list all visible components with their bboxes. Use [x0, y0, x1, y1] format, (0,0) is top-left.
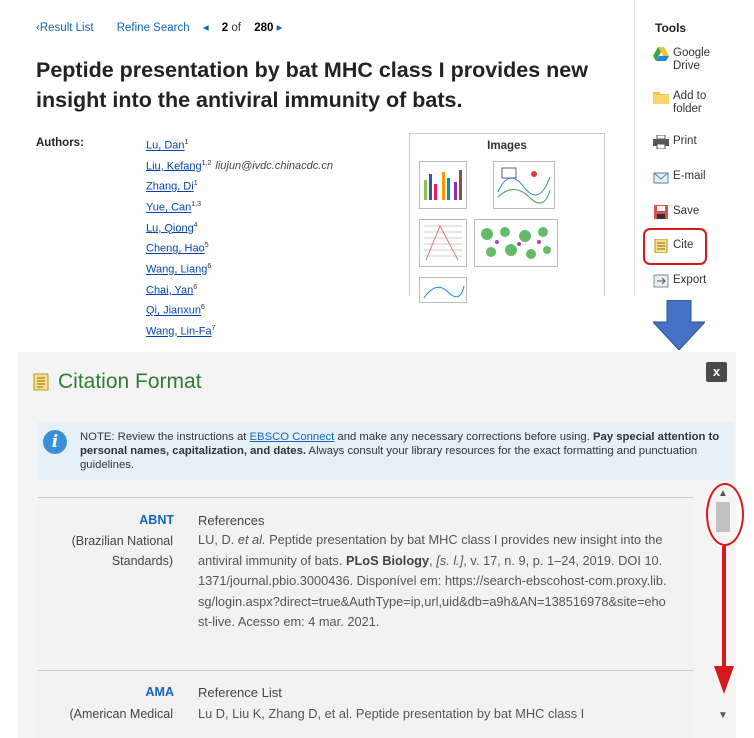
- pager-current: 2: [221, 22, 229, 34]
- tool-label: Print: [673, 135, 697, 147]
- email-icon: [653, 172, 669, 184]
- tools-heading: Tools: [655, 21, 687, 35]
- divider: [38, 497, 693, 498]
- author-item: Wang, Liang6: [146, 258, 333, 279]
- save-icon: [654, 205, 668, 219]
- author-item: Wang, Lin-Fa7: [146, 320, 333, 341]
- citation-part: LU, D.: [198, 532, 238, 547]
- author-link[interactable]: Lu, Dan: [146, 140, 185, 152]
- author-link[interactable]: Qi, Jianxun: [146, 305, 201, 317]
- author-item: Chai, Yan6: [146, 279, 333, 300]
- author-link[interactable]: Yue, Can: [146, 202, 191, 214]
- note-text: NOTE: Review the instructions at EBSCO C…: [80, 430, 720, 472]
- author-item: Yue, Can1,3: [146, 196, 333, 217]
- image-thumbnail[interactable]: [474, 219, 558, 267]
- citation-journal: PLoS Biology: [345, 552, 430, 568]
- pager: ◂ 2 of 280 ▸: [203, 22, 293, 34]
- author-item: Lu, Dan1: [146, 134, 333, 155]
- tool-label: E-mail: [673, 170, 706, 182]
- export-icon: [653, 274, 669, 288]
- pager-prev-icon[interactable]: ◂: [203, 22, 209, 34]
- tool-label: Google Drive: [673, 47, 711, 72]
- authors-list: Lu, Dan1 Liu, Kefang1,2 liujun@ivdc.china…: [146, 134, 333, 341]
- citation-document-icon: [33, 373, 49, 391]
- citation-heading: References: [198, 513, 265, 528]
- author-link[interactable]: Lu, Qiong: [146, 222, 194, 234]
- author-link[interactable]: Cheng, Hao: [146, 243, 205, 255]
- add-to-folder-tool[interactable]: Add to folder: [653, 90, 715, 116]
- scrollbar-highlight-circle: [706, 483, 744, 546]
- result-navigation: ‹Result List Refine Search ◂ 2 of 280 ▸: [36, 20, 302, 34]
- save-tool[interactable]: Save: [653, 205, 699, 219]
- pager-next-icon[interactable]: ▸: [277, 22, 283, 34]
- export-tool[interactable]: Export: [653, 274, 706, 290]
- dialog-title: Citation Format: [58, 370, 202, 393]
- cite-highlight-box: [643, 228, 707, 265]
- author-item: Qi, Jianxun6: [146, 299, 333, 320]
- author-affiliation: 6: [201, 304, 205, 312]
- author-affiliation: 1,3: [191, 200, 201, 208]
- citation-style-name: AMA: [145, 685, 174, 699]
- author-link[interactable]: Wang, Lin-Fa: [146, 326, 212, 338]
- citation-text[interactable]: Lu D, Liu K, Zhang D, et al. Peptide pre…: [198, 704, 668, 725]
- tool-label: Save: [673, 205, 700, 217]
- author-affiliation: 1,2: [201, 159, 212, 167]
- author-link[interactable]: Chai, Yan: [146, 284, 193, 296]
- email-tool[interactable]: E-mail: [653, 170, 706, 184]
- down-arrow-annotation: [653, 300, 705, 350]
- images-heading: Images: [487, 140, 527, 152]
- citation-text[interactable]: LU, D. et al. Peptide presentation by ba…: [198, 530, 668, 633]
- citation-style-name: ABNT: [139, 513, 174, 527]
- tool-label: Add to folder: [673, 90, 707, 115]
- printer-icon: [653, 135, 669, 149]
- tool-label: Export: [673, 274, 707, 286]
- image-thumbnail[interactable]: [419, 219, 467, 267]
- author-item: Cheng, Hao5: [146, 237, 333, 258]
- image-thumbnail[interactable]: [493, 161, 555, 209]
- pager-of: of: [231, 22, 241, 34]
- author-item: Lu, Qiong4: [146, 217, 333, 238]
- author-item: Zhang, Di1: [146, 175, 333, 196]
- result-list-label: Result List: [39, 22, 94, 34]
- author-link[interactable]: Zhang, Di: [146, 181, 194, 193]
- author-affiliation: 7: [211, 324, 216, 332]
- author-affiliation: 1: [184, 139, 189, 146]
- google-drive-tool[interactable]: Google Drive: [653, 47, 715, 73]
- article-title: Peptide presentation by bat MHC class I …: [36, 58, 588, 112]
- image-thumbnail[interactable]: [419, 161, 467, 209]
- author-email: liujun@ivdc.chinacdc.cn: [215, 160, 333, 173]
- author-affiliation: 1: [193, 180, 198, 188]
- print-tool[interactable]: Print: [653, 135, 697, 149]
- info-icon: i: [43, 430, 67, 454]
- scroll-direction-arrow: [714, 546, 734, 694]
- author-affiliation: 6: [193, 283, 198, 291]
- author-link[interactable]: Liu, Kefang: [146, 160, 202, 172]
- author-item: Liu, Kefang1,2 liujun@ivdc.chinacdc.cn: [146, 155, 333, 176]
- scroll-down-icon[interactable]: ▼: [716, 710, 730, 721]
- folder-icon: [653, 92, 669, 104]
- note-prefix: NOTE: Review the instructions at: [80, 431, 250, 443]
- close-button[interactable]: x: [706, 362, 727, 382]
- citation-part: [s. l.]: [436, 552, 464, 568]
- image-thumbnail[interactable]: [419, 277, 467, 303]
- citation-style-description: (Brazilian National Standards): [71, 534, 173, 568]
- divider: [38, 670, 693, 671]
- pager-total: 280: [254, 22, 274, 34]
- ebsco-connect-link[interactable]: EBSCO Connect: [250, 431, 335, 443]
- author-link[interactable]: Wang, Liang: [146, 264, 207, 276]
- google-drive-icon: [653, 47, 669, 61]
- citation-part: et al.: [237, 532, 266, 547]
- citation-style-description: (American Medical: [69, 707, 173, 721]
- refine-search-link[interactable]: Refine Search: [117, 22, 190, 34]
- authors-label: Authors:: [36, 137, 84, 149]
- citation-heading: Reference List: [198, 685, 282, 700]
- note-middle: and make any necessary corrections befor…: [334, 431, 593, 443]
- images-panel: Images: [409, 133, 605, 303]
- author-affiliation: 4: [193, 221, 198, 229]
- author-affiliation: 5: [204, 242, 209, 250]
- result-list-link[interactable]: ‹Result List: [36, 22, 104, 34]
- author-affiliation: 6: [207, 262, 212, 270]
